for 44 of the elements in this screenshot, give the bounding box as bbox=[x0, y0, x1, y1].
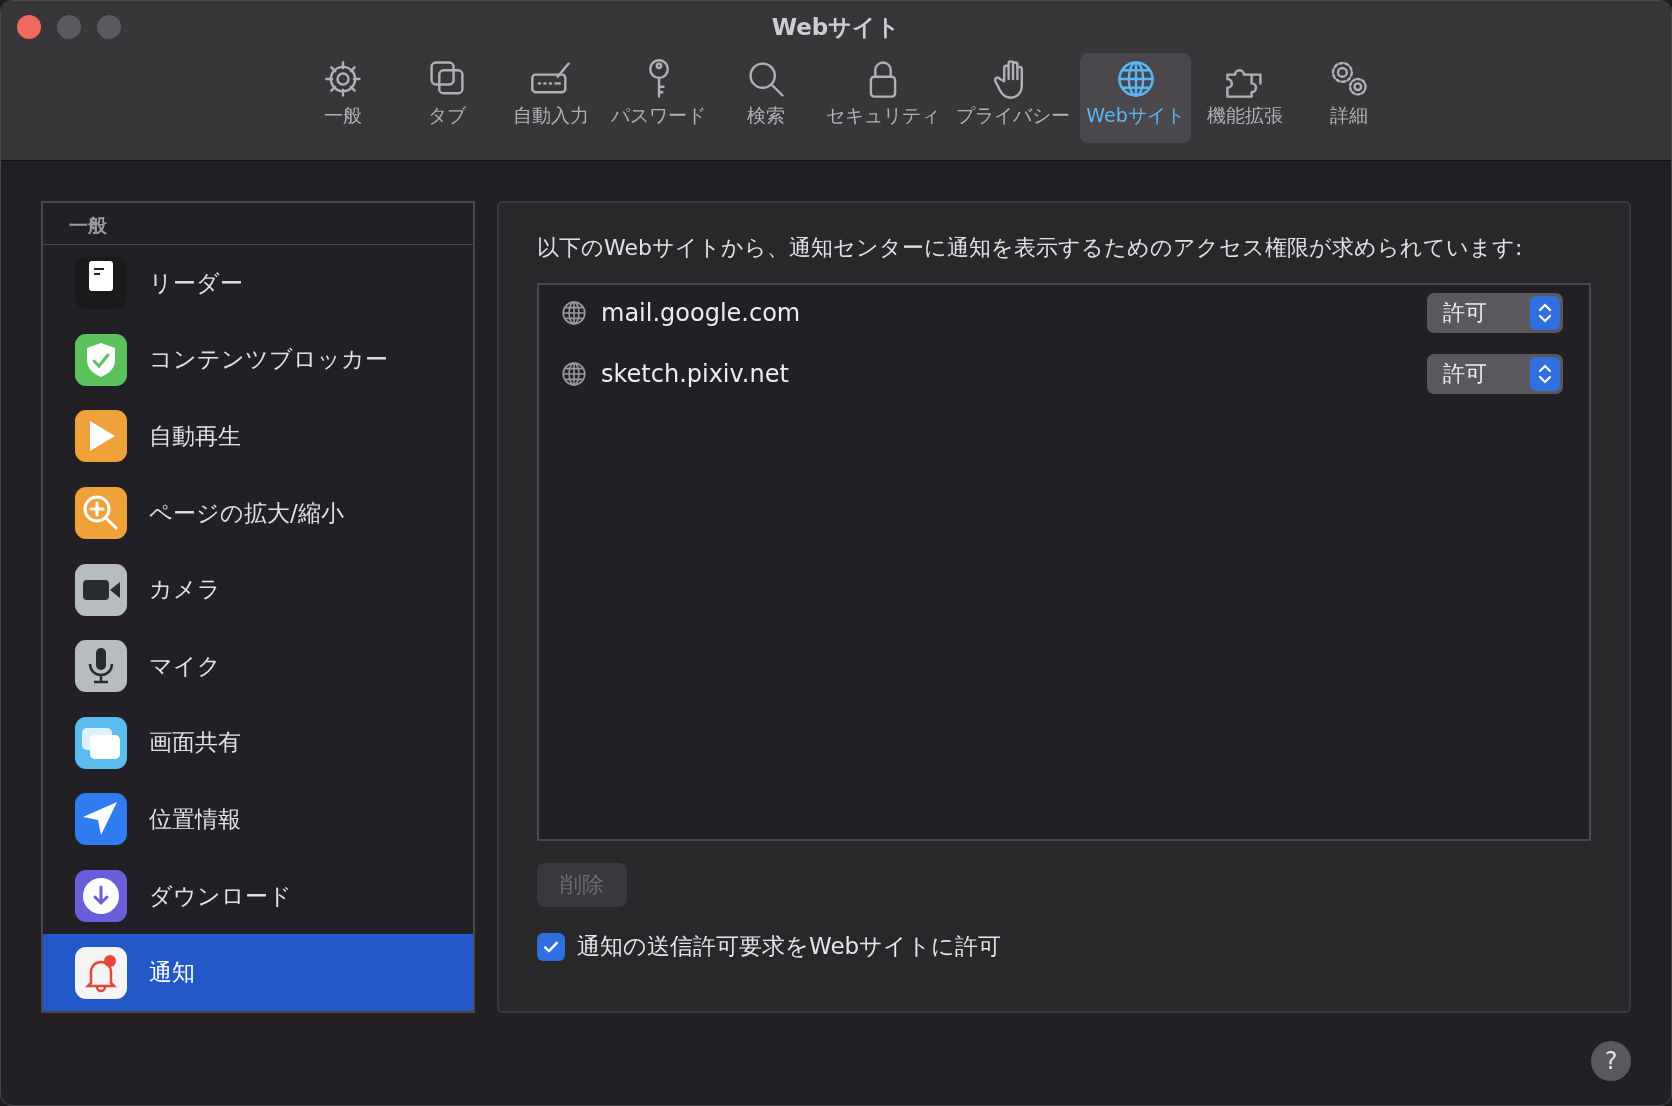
sidebar-item[interactable]: カメラ bbox=[43, 551, 473, 628]
shield-check-icon bbox=[75, 333, 127, 386]
checkbox[interactable] bbox=[537, 932, 565, 961]
sidebar-item[interactable]: マイク bbox=[43, 627, 473, 705]
sidebar-item[interactable]: 自動再生 bbox=[43, 398, 473, 475]
checkbox-label: 通知の送信許可要求をWebサイトに許可 bbox=[577, 932, 1002, 961]
sidebar-item[interactable]: 画面共有 bbox=[43, 704, 473, 782]
video-camera-icon bbox=[75, 563, 127, 616]
windows-icon bbox=[75, 716, 127, 769]
toolbar-tab[interactable]: セキュリティ bbox=[820, 53, 947, 143]
chevron-updown-icon bbox=[1530, 357, 1560, 391]
toolbar-tab[interactable]: 一般 bbox=[293, 53, 394, 143]
sidebar-item[interactable]: リーダー bbox=[43, 245, 473, 322]
play-icon bbox=[75, 410, 127, 463]
sidebar-item[interactable]: コンテンツブロッカー bbox=[43, 321, 473, 399]
permission-dropdown[interactable]: 許可 bbox=[1427, 354, 1563, 394]
window-title: Webサイト bbox=[771, 12, 901, 42]
toolbar-tab[interactable]: プライバシー bbox=[950, 53, 1077, 143]
zoom-in-icon bbox=[75, 487, 127, 540]
sidebar-item[interactable]: 位置情報 bbox=[43, 781, 473, 858]
bell-icon bbox=[75, 946, 127, 999]
description-text: 以下のWebサイトから、通知センターに通知を表示するためのアクセス権限が求められています: bbox=[537, 234, 1524, 262]
reader-icon bbox=[75, 257, 127, 310]
globe-icon bbox=[561, 300, 587, 326]
toolbar-tab[interactable]: 機能拡張 bbox=[1194, 53, 1295, 143]
chevron-updown-icon bbox=[1530, 296, 1560, 330]
toolbar-tab[interactable]: 詳細 bbox=[1298, 53, 1399, 143]
sidebar-item[interactable]: 通知 bbox=[43, 934, 473, 1011]
close-button[interactable] bbox=[17, 15, 41, 39]
toolbar-tab[interactable]: タブ bbox=[397, 53, 498, 143]
sidebar-item[interactable]: ダウンロード bbox=[43, 857, 473, 935]
toolbar-tab[interactable]: 検索 bbox=[716, 53, 817, 143]
permission-dropdown[interactable]: 許可 bbox=[1427, 293, 1563, 333]
toolbar-tab[interactable]: Webサイト bbox=[1080, 53, 1191, 143]
help-button[interactable]: ? bbox=[1591, 1041, 1631, 1081]
microphone-icon bbox=[75, 640, 127, 693]
toolbar-tab[interactable]: 自動入力 bbox=[501, 53, 602, 143]
sidebar-item[interactable]: ページの拡大/縮小 bbox=[43, 474, 473, 552]
download-icon bbox=[75, 870, 127, 923]
website-domain: mail.google.com bbox=[601, 299, 802, 327]
toolbar-tab[interactable]: パスワード bbox=[605, 53, 713, 143]
website-domain: sketch.pixiv.net bbox=[601, 360, 790, 388]
globe-icon bbox=[561, 361, 587, 387]
sidebar-header: 一般 bbox=[43, 203, 473, 245]
